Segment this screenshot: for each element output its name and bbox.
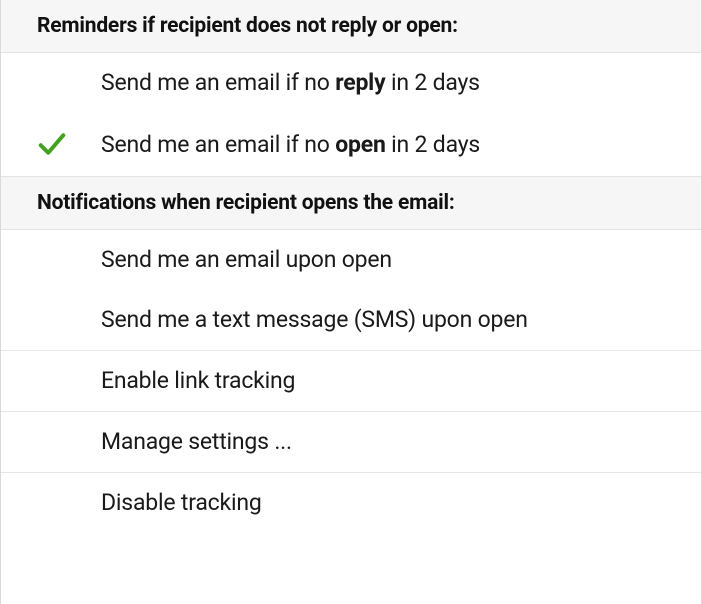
reminder-no-open-item[interactable]: Send me an email if no open in 2 days	[1, 113, 701, 176]
notify-sms-open-item[interactable]: Send me a text message (SMS) upon open	[1, 290, 701, 350]
notify-sms-open-label: Send me a text message (SMS) upon open	[101, 306, 677, 333]
manage-settings-item[interactable]: Manage settings ...	[1, 412, 701, 472]
manage-settings-label: Manage settings ...	[101, 428, 677, 455]
notifications-section-header: Notifications when recipient opens the e…	[1, 176, 701, 230]
notify-email-open-item[interactable]: Send me an email upon open	[1, 230, 701, 290]
checkmark-icon	[37, 129, 67, 159]
notify-email-open-label: Send me an email upon open	[101, 246, 677, 273]
tracking-menu: Reminders if recipient does not reply or…	[0, 0, 702, 604]
disable-tracking-label: Disable tracking	[101, 489, 677, 516]
enable-link-tracking-label: Enable link tracking	[101, 367, 677, 394]
notifications-header-text: Notifications when recipient opens the e…	[37, 191, 455, 215]
enable-link-tracking-item[interactable]: Enable link tracking	[1, 351, 701, 411]
reminder-no-open-check	[37, 129, 101, 159]
reminders-header-text: Reminders if recipient does not reply or…	[37, 14, 458, 38]
reminder-no-open-label: Send me an email if no open in 2 days	[101, 131, 677, 158]
reminder-no-reply-label: Send me an email if no reply in 2 days	[101, 69, 677, 96]
disable-tracking-item[interactable]: Disable tracking	[1, 473, 701, 533]
reminder-no-reply-item[interactable]: Send me an email if no reply in 2 days	[1, 53, 701, 113]
reminders-section-header: Reminders if recipient does not reply or…	[1, 0, 701, 53]
